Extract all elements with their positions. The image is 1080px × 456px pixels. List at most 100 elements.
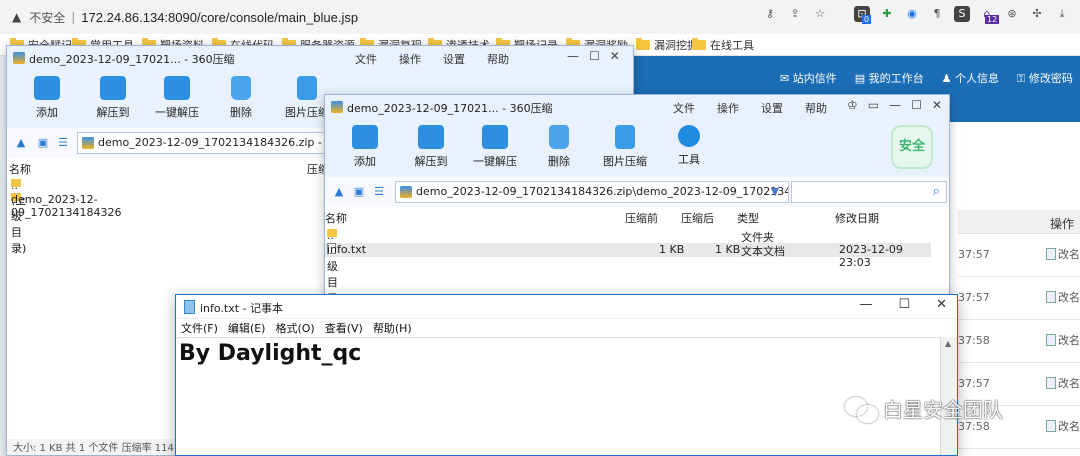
security-shield-icon[interactable]: 安全 [891, 125, 933, 169]
maximize-icon[interactable]: ☐ [911, 98, 922, 112]
search-icon[interactable]: ⌕ [933, 184, 940, 199]
rename-label: 改名 [1058, 291, 1080, 304]
menu-format[interactable]: 格式(O) [275, 320, 314, 336]
status-text: 大小: 1 KB 共 1 个文件 压缩率 114.3% [13, 443, 193, 454]
view-icon[interactable]: ▣ [353, 186, 365, 198]
delete-label: 删除 [548, 155, 570, 168]
maximize-icon[interactable]: ☐ [898, 297, 910, 312]
puzzle-icon[interactable]: ✣ [1029, 6, 1045, 22]
notepad-menubar: 文件(F) 编辑(E) 格式(O) 查看(V) 帮助(H) [176, 319, 957, 337]
bookmark-item[interactable]: 在线工具 [692, 37, 754, 53]
one-click-extract-icon [164, 76, 190, 100]
workbench-link[interactable]: ▤ 我的工作台 [855, 70, 924, 86]
extension-icon-6[interactable]: ⌂ 12 [979, 6, 1000, 24]
rename-button[interactable]: 改名 [1046, 375, 1080, 391]
profile-link[interactable]: ♟ 个人信息 [942, 70, 999, 86]
list-view-icon[interactable]: ☰ [373, 186, 385, 198]
zip-front-title: demo_2023-12-09_17021... - 360压缩 [347, 102, 553, 115]
close-icon[interactable]: ✕ [610, 49, 620, 63]
close-icon[interactable]: ✕ [936, 297, 947, 312]
rename-label: 改名 [1058, 377, 1080, 390]
menu-settings[interactable]: 设置 [761, 100, 783, 116]
bookmark-label: 在线工具 [710, 39, 754, 52]
header-name[interactable]: 名称 [325, 210, 347, 226]
insecure-label[interactable]: 不安全 [29, 9, 65, 26]
menu-edit[interactable]: 编辑(E) [228, 320, 266, 336]
share-icon[interactable]: ⇪ [787, 6, 803, 22]
watermark-text: 白星安全团队 [883, 398, 1003, 422]
rename-icon [1046, 334, 1056, 346]
extension-icon-3[interactable]: ◉ [904, 6, 920, 22]
menu-file[interactable]: 文件(F) [181, 320, 218, 336]
inbox-link[interactable]: ✉ 站内信件 [780, 70, 837, 86]
change-password-link[interactable]: ⚿ 修改密码 [1017, 70, 1073, 86]
zip-front-list-header: 名称 压缩前 压缩后 类型 修改日期 [325, 207, 949, 225]
header-type[interactable]: 类型 [737, 210, 759, 226]
extract-to-button[interactable]: 解压到 [81, 76, 145, 120]
zip-search-input[interactable]: ⌕ [791, 181, 947, 203]
up-arrow-icon[interactable]: ▲ [333, 186, 345, 198]
delete-button[interactable]: 删除 [209, 76, 273, 120]
header-after[interactable]: 压缩后 [681, 210, 714, 226]
menu-help[interactable]: 帮助 [487, 51, 509, 67]
notepad-content: By Daylight_qc [179, 341, 362, 366]
extension-icon-2[interactable]: ✚ [879, 6, 895, 22]
tools-button[interactable]: 工具 [657, 125, 721, 167]
shirt-skin-icon[interactable]: ♔ [847, 98, 858, 112]
view-icon[interactable]: ▣ [37, 137, 49, 149]
notepad-text-area[interactable]: By Daylight_qc [176, 337, 941, 455]
extension-icon-7[interactable]: ⊛ [1004, 6, 1020, 22]
menu-operate[interactable]: 操作 [717, 100, 739, 116]
menu-file[interactable]: 文件 [355, 51, 377, 67]
rename-button[interactable]: 改名 [1046, 332, 1080, 348]
rename-button[interactable]: 改名 [1046, 289, 1080, 305]
one-click-extract-button[interactable]: 一键解压 [145, 76, 209, 120]
rename-icon [1046, 420, 1056, 432]
minimize-icon[interactable]: — [567, 49, 579, 63]
header-before[interactable]: 压缩前 [625, 210, 658, 226]
zip-front-path-input[interactable]: demo_2023-12-09_1702134184326.zip\demo_2… [395, 181, 789, 203]
extension-icon-5[interactable]: S [954, 6, 970, 22]
close-icon[interactable]: ✕ [932, 98, 942, 112]
address-bar-url[interactable]: 172.24.86.134:8090/core/console/main_blu… [81, 10, 358, 25]
header-name[interactable]: 名称 [9, 161, 31, 177]
key-icon[interactable]: ⚷ [762, 6, 778, 22]
menu-operate[interactable]: 操作 [399, 51, 421, 67]
rename-button[interactable]: 改名 [1046, 246, 1080, 262]
menu-file[interactable]: 文件 [673, 100, 695, 116]
maximize-icon[interactable]: ☐ [589, 49, 600, 63]
feedback-icon[interactable]: ▭ [868, 98, 879, 112]
bookmark-star-icon[interactable]: ☆ [812, 6, 828, 22]
add-button[interactable]: 添加 [333, 125, 397, 169]
delete-button[interactable]: 删除 [527, 125, 591, 169]
menu-view[interactable]: 查看(V) [325, 320, 363, 336]
workbench-link-label: 我的工作台 [868, 72, 924, 85]
list-item[interactable]: info.txt 1 KB 1 KB 文本文档 2023-12-09 23:03 [325, 243, 931, 269]
download-icon[interactable]: ⤓ [1054, 6, 1070, 22]
one-click-extract-button[interactable]: 一键解压 [463, 125, 527, 169]
folder-icon [636, 38, 650, 50]
extension-icon-4[interactable]: ¶ [929, 6, 945, 22]
menu-settings[interactable]: 设置 [443, 51, 465, 67]
image-compress-button[interactable]: 图片压缩 [593, 125, 657, 169]
bookmark-item[interactable]: 漏洞挖掘 [636, 37, 698, 53]
scroll-up-icon[interactable]: ▲ [945, 339, 951, 348]
list-item[interactable]: .. (上级目录) 文件夹 [325, 229, 949, 305]
header-date[interactable]: 修改日期 [835, 210, 879, 226]
console-top-links: ✉ 站内信件 ▤ 我的工作台 ♟ 个人信息 ⚿ 修改密码 [780, 70, 1073, 86]
list-view-icon[interactable]: ☰ [57, 137, 69, 149]
menu-help[interactable]: 帮助(H) [373, 320, 412, 336]
minimize-icon[interactable]: — [859, 297, 872, 312]
menu-help[interactable]: 帮助 [805, 100, 827, 116]
up-arrow-icon[interactable]: ▲ [15, 137, 27, 149]
add-button[interactable]: 添加 [15, 76, 79, 120]
extension-icon-1[interactable]: ⊡ 0 [854, 6, 872, 24]
watermark: 白星安全团队 [845, 394, 1003, 423]
zip-front-path-bar: ▲ ▣ ☰ demo_2023-12-09_1702134184326.zip\… [325, 177, 949, 207]
rename-button[interactable]: 改名 [1046, 418, 1080, 434]
warning-triangle-icon[interactable]: ▲ [12, 10, 21, 24]
trash-icon [549, 125, 569, 149]
path-dropdown-chevron-icon[interactable]: ▼ [769, 186, 781, 198]
extract-to-button[interactable]: 解压到 [399, 125, 463, 169]
minimize-icon[interactable]: — [889, 98, 901, 112]
